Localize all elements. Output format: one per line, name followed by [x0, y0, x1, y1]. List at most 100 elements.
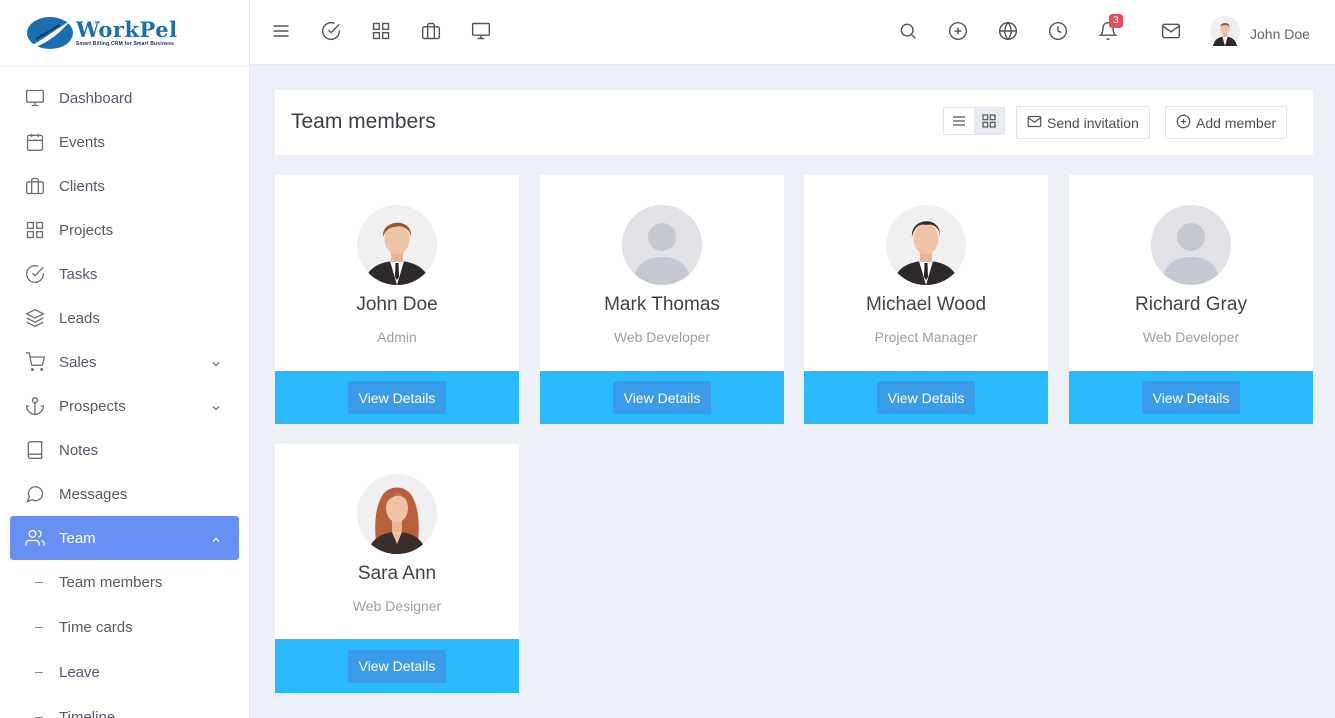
clock-icon[interactable] — [1047, 20, 1069, 42]
sidebar-item-messages[interactable]: Messages — [0, 472, 249, 516]
chevron-down-icon — [211, 356, 221, 367]
page-header: Team members Send invitation Add member — [275, 90, 1313, 155]
monitor-icon — [24, 87, 46, 109]
grid-icon[interactable] — [370, 20, 392, 42]
check-circle-icon[interactable] — [320, 20, 342, 42]
mail-icon — [1027, 114, 1047, 132]
grid-icon — [24, 219, 46, 241]
sidebar-item-label: Dashboard — [59, 89, 133, 107]
page-title: Team members — [291, 110, 436, 133]
sidebar-item-tasks[interactable]: Tasks — [0, 252, 249, 296]
sidebar-item-sales[interactable]: Sales — [0, 340, 249, 384]
brand-name: WorkPel — [76, 16, 178, 42]
book-icon — [24, 439, 46, 461]
briefcase-icon[interactable] — [420, 20, 442, 42]
message-icon — [24, 483, 46, 505]
sidebar-item-label: Projects — [59, 221, 114, 239]
sidebar-subitem-leave[interactable]: Leave — [0, 650, 249, 695]
member-role: Admin — [377, 329, 417, 345]
sidebar-item-label: Team — [59, 529, 96, 547]
member-role: Web Developer — [613, 329, 711, 345]
member-name: Michael Wood — [865, 294, 987, 315]
sidebar-item-projects[interactable]: Projects — [0, 208, 249, 252]
monitor-icon[interactable] — [470, 20, 492, 42]
layers-icon — [24, 307, 46, 329]
brand-logo[interactable]: WorkPel Smart Billing CRM for Smart Busi… — [0, 0, 249, 66]
sidebar-item-label: Notes — [59, 441, 99, 459]
sidebar-item-label: Prospects — [59, 397, 126, 415]
avatar-placeholder-icon[interactable] — [1151, 205, 1231, 285]
avatar-placeholder-icon[interactable] — [622, 205, 702, 285]
member-name: Sara Ann — [357, 563, 437, 584]
sidebar-item-label: Sales — [59, 353, 97, 371]
chevron-down-icon — [211, 400, 221, 411]
hamburger-menu-icon[interactable] — [270, 20, 292, 42]
brand-tagline: Smart Billing CRM for Smart Business — [76, 40, 175, 47]
member-card: Mark Thomas Web Developer View Details — [540, 175, 784, 424]
globe-icon[interactable] — [997, 20, 1019, 42]
sidebar-item-label: Clients — [59, 177, 105, 195]
check-circle-icon — [24, 263, 46, 285]
bell-icon[interactable]: 3 — [1097, 14, 1123, 42]
calendar-icon — [24, 131, 46, 153]
member-role: Project Manager — [874, 329, 978, 345]
member-card: Michael Wood Project Manager View Detail… — [804, 175, 1048, 424]
grid-view-icon[interactable] — [974, 108, 1004, 134]
send-invitation-label: Send invitation — [1047, 114, 1139, 131]
sidebar-item-label: Events — [59, 133, 105, 151]
sidebar-item-dashboard[interactable]: Dashboard — [0, 76, 249, 120]
view-details-button[interactable]: View Details — [347, 649, 447, 683]
users-icon — [24, 527, 46, 549]
sidebar-item-label: Messages — [59, 485, 128, 503]
mail-icon[interactable] — [1160, 20, 1182, 42]
add-member-button[interactable]: Add member — [1165, 106, 1288, 139]
sidebar-item-team[interactable]: Team — [10, 516, 239, 560]
notification-badge: 3 — [1109, 14, 1123, 28]
sidebar-menu: Dashboard Events Clients Projects Tasks … — [0, 66, 249, 718]
view-details-button[interactable]: View Details — [347, 381, 447, 414]
dash-icon — [35, 627, 43, 628]
sidebar-item-label: Leads — [59, 309, 100, 327]
search-icon[interactable] — [897, 20, 919, 42]
view-details-button[interactable]: View Details — [1141, 381, 1241, 414]
avatar[interactable] — [357, 474, 437, 554]
list-view-icon[interactable] — [944, 108, 974, 134]
member-name: Richard Gray — [1135, 294, 1247, 315]
sidebar-subitem-label: Team members — [59, 574, 163, 591]
sidebar-item-events[interactable]: Events — [0, 120, 249, 164]
user-menu[interactable]: John Doe — [1210, 16, 1310, 51]
sidebar-subitem-timeline[interactable]: Timeline — [0, 695, 249, 718]
chevron-up-icon — [211, 532, 221, 542]
cart-icon — [24, 351, 46, 373]
anchor-icon — [24, 395, 46, 417]
send-invitation-button[interactable]: Send invitation — [1016, 106, 1150, 139]
member-role: Web Developer — [1142, 329, 1240, 345]
sidebar-item-leads[interactable]: Leads — [0, 296, 249, 340]
add-member-label: Add member — [1196, 114, 1277, 131]
view-toggle — [943, 107, 1005, 135]
briefcase-icon — [24, 175, 46, 197]
sidebar-subitem-label: Time cards — [59, 619, 133, 636]
view-details-button[interactable]: View Details — [876, 381, 976, 414]
topbar: 3 John Doe — [250, 0, 1335, 65]
view-details-button[interactable]: View Details — [612, 381, 712, 414]
member-role: Web Designer — [352, 598, 442, 614]
sidebar-subitem-team-members[interactable]: Team members — [0, 560, 249, 605]
avatar — [1210, 16, 1240, 51]
user-name: John Doe — [1250, 25, 1310, 42]
sidebar-item-notes[interactable]: Notes — [0, 428, 249, 472]
avatar[interactable] — [886, 205, 966, 285]
dash-icon — [35, 582, 43, 583]
member-name: Mark Thomas — [604, 294, 720, 315]
sidebar-subitem-time-cards[interactable]: Time cards — [0, 605, 249, 650]
sidebar-item-prospects[interactable]: Prospects — [0, 384, 249, 428]
plus-circle-icon[interactable] — [947, 20, 969, 42]
sidebar-item-clients[interactable]: Clients — [0, 164, 249, 208]
logo-icon — [26, 15, 74, 51]
sidebar-subitem-label: Timeline — [59, 709, 116, 718]
member-card: John Doe Admin View Details — [275, 175, 519, 424]
sidebar-item-label: Tasks — [59, 265, 98, 283]
avatar[interactable] — [357, 205, 437, 285]
member-card: Sara Ann Web Designer View Details — [275, 444, 519, 693]
sidebar: WorkPel Smart Billing CRM for Smart Busi… — [0, 0, 250, 718]
